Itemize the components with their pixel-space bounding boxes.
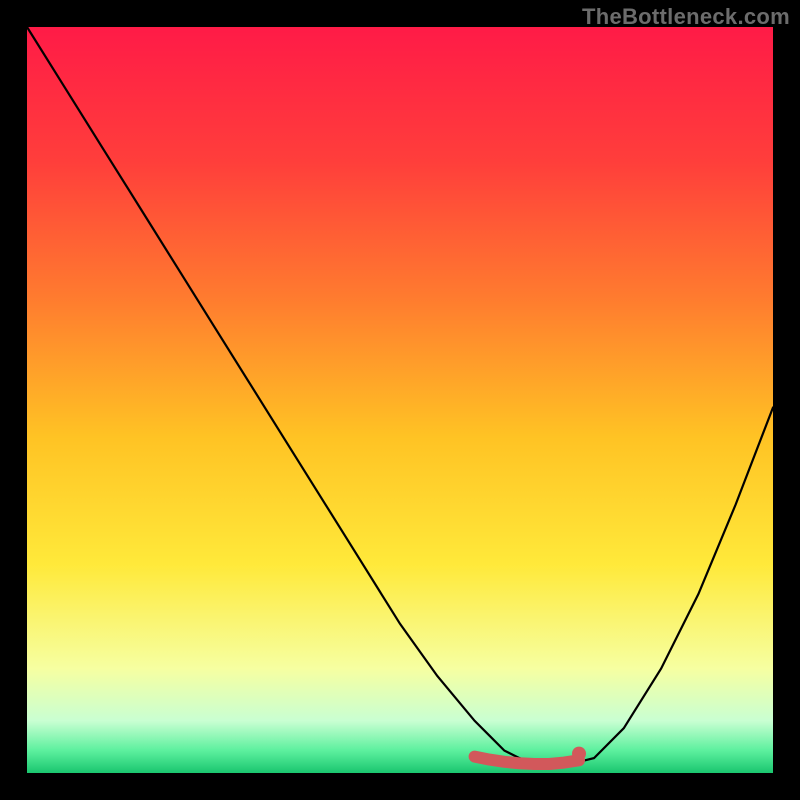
plot-background <box>27 27 773 773</box>
bottleneck-chart <box>0 0 800 800</box>
chart-stage: { "watermark": "TheBottleneck.com", "col… <box>0 0 800 800</box>
flat-region-marker <box>475 757 579 764</box>
flat-region-end-dot <box>572 747 586 761</box>
